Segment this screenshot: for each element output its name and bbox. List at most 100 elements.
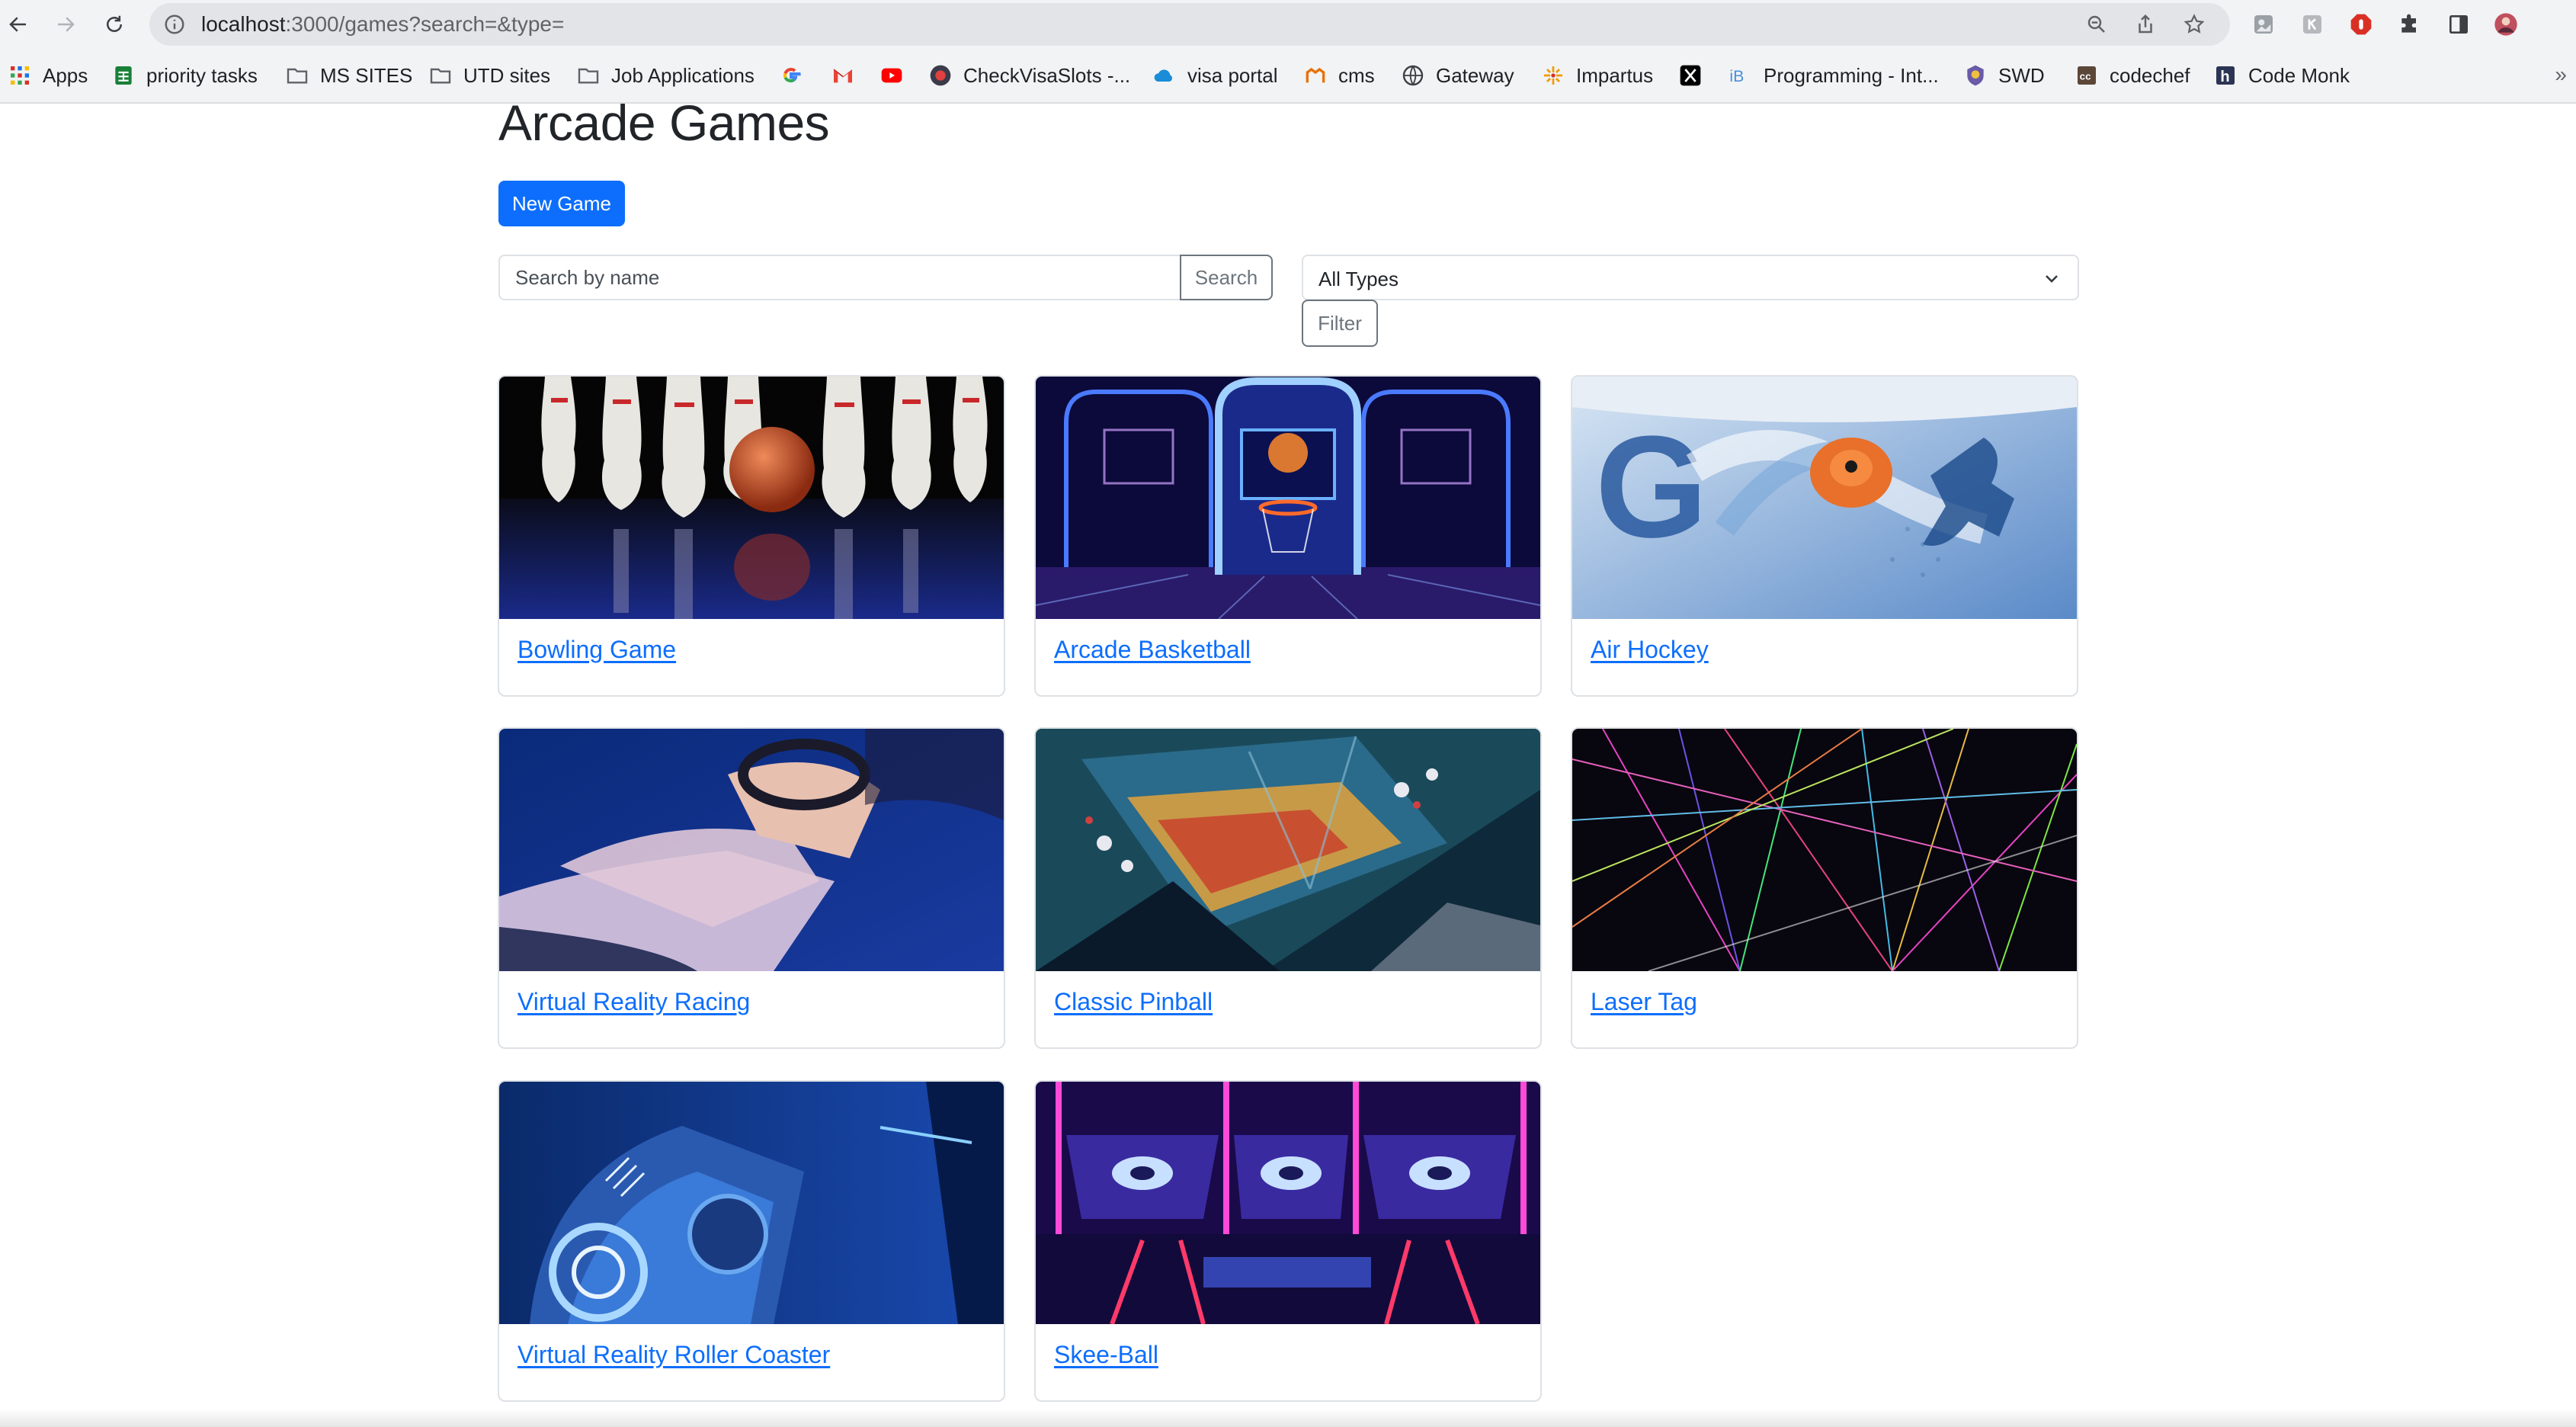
bookmark-label: Gateway: [1436, 63, 1514, 87]
bookmark-item[interactable]: Job Applications: [576, 62, 755, 89]
bookmark-item[interactable]: Apps: [8, 62, 88, 89]
air-hockey-image[interactable]: G: [1572, 377, 2077, 619]
bookmark-item[interactable]: iB Programming - Int...: [1729, 62, 1939, 89]
chevron-down-icon: [2046, 275, 2058, 283]
extension-k-icon[interactable]: [2299, 11, 2326, 38]
svg-text:iB: iB: [1729, 67, 1744, 85]
cms-icon: [1303, 63, 1328, 88]
back-icon[interactable]: [2, 8, 35, 41]
search-button[interactable]: Search: [1180, 255, 1273, 300]
bookmark-item[interactable]: [879, 62, 904, 89]
bookmark-label: Apps: [43, 63, 88, 87]
interviewbit-icon: iB: [1729, 63, 1753, 88]
cloud-icon: [1152, 63, 1177, 88]
new-game-button[interactable]: New Game: [498, 181, 625, 226]
game-card: Classic Pinball: [1034, 727, 1542, 1049]
codechef-icon: cc: [2075, 63, 2099, 88]
game-title-link[interactable]: Bowling Game: [517, 634, 676, 665]
laser-lights-image[interactable]: [1572, 729, 2077, 971]
arcade-basketball-image[interactable]: [1036, 377, 1540, 619]
bookmark-item[interactable]: Gateway: [1401, 62, 1514, 89]
game-title-link[interactable]: Skee-Ball: [1054, 1339, 1158, 1370]
bookmark-item[interactable]: cms: [1303, 62, 1375, 89]
bookmark-label: priority tasks: [146, 63, 258, 87]
filter-button[interactable]: Filter: [1302, 300, 1378, 347]
search-input[interactable]: [498, 255, 1181, 300]
zoom-icon[interactable]: [2085, 13, 2108, 36]
vr-racing-image[interactable]: [499, 729, 1004, 971]
svg-text:cc: cc: [2080, 70, 2091, 82]
bookmark-label: Code Monk: [2248, 63, 2350, 87]
share-icon[interactable]: [2134, 13, 2157, 36]
browser-toolbar: localhost:3000/games?search=&type=: [0, 0, 2576, 49]
folder-icon: [428, 63, 453, 88]
bookmark-item[interactable]: SWD: [1963, 62, 2045, 89]
type-select[interactable]: All Types: [1302, 255, 2079, 300]
game-title-link[interactable]: Virtual Reality Racing: [517, 986, 750, 1017]
search-form: Search: [498, 255, 1273, 300]
address-bar[interactable]: localhost:3000/games?search=&type=: [149, 3, 2230, 46]
bookmark-item[interactable]: cc codechef: [2075, 62, 2190, 89]
game-title-link[interactable]: Laser Tag: [1591, 986, 1697, 1017]
globe-icon: [1401, 63, 1425, 88]
extension-photo-icon[interactable]: [2250, 11, 2277, 38]
bookmark-item[interactable]: [779, 62, 803, 89]
apps-grid-icon: [8, 63, 32, 88]
folder-icon: [576, 63, 601, 88]
game-card: Bowling Game: [498, 375, 1005, 697]
game-card: Skee-Ball: [1034, 1080, 1542, 1402]
profile-avatar[interactable]: [2492, 11, 2520, 38]
bookmark-star-icon[interactable]: [2183, 13, 2206, 36]
folder-icon: [285, 63, 309, 88]
checkvisaslots-icon: [928, 63, 953, 88]
youtube-icon: [879, 63, 904, 88]
game-title-link[interactable]: Classic Pinball: [1054, 986, 1213, 1017]
game-card: G Air Hockey: [1571, 375, 2078, 697]
bookmark-item[interactable]: h Code Monk: [2213, 62, 2350, 89]
game-card: Virtual Reality Racing: [498, 727, 1005, 1049]
game-card: Laser Tag: [1571, 727, 2078, 1049]
impartus-icon: [1541, 63, 1565, 88]
bookmark-item[interactable]: [831, 62, 855, 89]
svg-text:G: G: [1595, 406, 1708, 568]
bookmarks-bar: Apps priority tasks MS SITES UTD sites Job A…: [0, 49, 2576, 104]
reload-icon[interactable]: [98, 8, 131, 41]
bookmark-label: Programming - Int...: [1764, 63, 1939, 87]
bookmark-label: cms: [1338, 63, 1375, 87]
bookmark-item[interactable]: MS SITES: [285, 62, 412, 89]
svg-text:h: h: [2220, 69, 2229, 85]
game-title-link[interactable]: Virtual Reality Roller Coaster: [517, 1339, 830, 1370]
adblock-icon[interactable]: [2347, 11, 2375, 38]
bookmark-item[interactable]: [1678, 62, 1703, 89]
bookmark-item[interactable]: UTD sites: [428, 62, 550, 89]
bookmark-label: SWD: [1998, 63, 2045, 87]
bowling-pins-image[interactable]: [499, 377, 1004, 619]
google-icon: [779, 63, 803, 88]
game-card: Arcade Basketball: [1034, 375, 1542, 697]
x-icon: [1678, 63, 1703, 88]
pinball-image[interactable]: [1036, 729, 1540, 971]
skee-ball-image[interactable]: [1036, 1082, 1540, 1324]
bookmark-label: UTD sites: [463, 63, 551, 87]
bookmark-item[interactable]: visa portal: [1152, 62, 1278, 89]
bookmark-label: Impartus: [1576, 63, 1654, 87]
bookmark-label: visa portal: [1187, 63, 1278, 87]
game-title-link[interactable]: Arcade Basketball: [1054, 634, 1251, 665]
bookmark-item[interactable]: priority tasks: [111, 62, 258, 89]
gmail-icon: [831, 63, 855, 88]
sheets-icon: [111, 63, 136, 88]
bookmark-label: Job Applications: [611, 63, 755, 87]
forward-icon[interactable]: [49, 8, 82, 41]
bookmarks-overflow-button[interactable]: »: [2555, 63, 2567, 87]
page-title: Arcade Games: [498, 95, 830, 151]
bookmark-item[interactable]: CheckVisaSlots -...: [928, 62, 1130, 89]
game-title-link[interactable]: Air Hockey: [1591, 634, 1709, 665]
bookmark-label: codechef: [2110, 63, 2190, 87]
bottom-scroll-shadow: [0, 1409, 2576, 1427]
bookmark-item[interactable]: Impartus: [1541, 62, 1653, 89]
type-select-value: All Types: [1318, 268, 1399, 290]
site-info-icon[interactable]: [163, 13, 186, 36]
vr-coaster-image[interactable]: [499, 1082, 1004, 1324]
side-panel-icon[interactable]: [2445, 11, 2472, 38]
extensions-puzzle-icon[interactable]: [2396, 11, 2424, 38]
